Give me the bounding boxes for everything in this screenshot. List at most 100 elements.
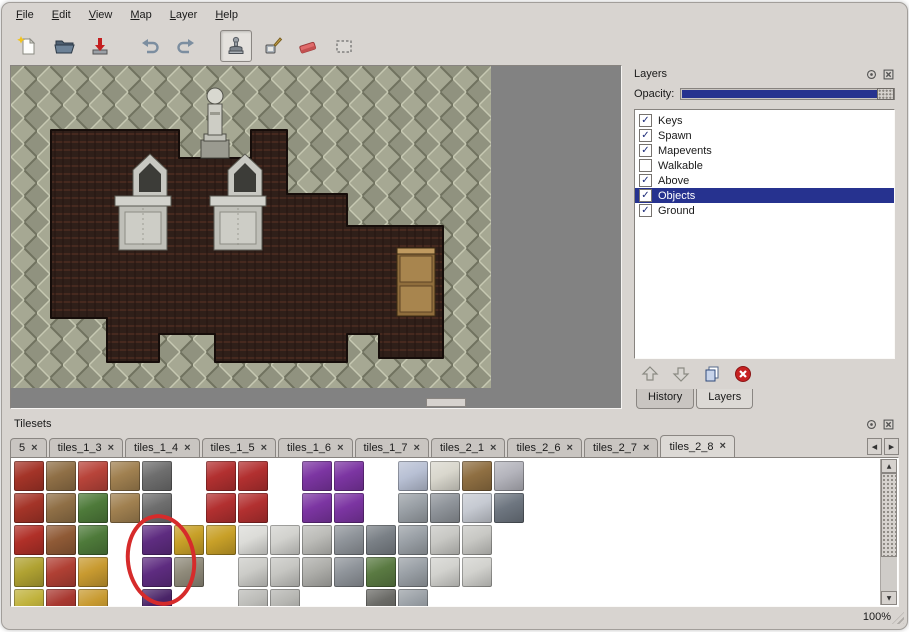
arrow-up-icon: ▲ [887, 463, 892, 470]
menu-edit[interactable]: Edit [44, 6, 79, 24]
layers-panel-titlebar[interactable]: Layers [630, 65, 899, 83]
tileset-grid[interactable] [13, 460, 878, 606]
layer-row-keys[interactable]: ✓ Keys [635, 113, 894, 128]
scroll-tabs-right-button[interactable]: ▶ [884, 438, 899, 455]
delete-layer-icon [733, 364, 753, 384]
layer-row-mapevents[interactable]: ✓ Mapevents [635, 143, 894, 158]
tab-close-icon[interactable]: × [490, 443, 496, 454]
redo-button[interactable] [170, 30, 202, 62]
tileset-tab-tiles-1-4[interactable]: tiles_1_4× [125, 438, 199, 457]
layer-actions [630, 361, 899, 389]
scroll-up-button[interactable]: ▲ [881, 459, 897, 473]
layer-row-objects[interactable]: ✓ Objects [635, 188, 894, 203]
tab-close-icon[interactable]: × [108, 443, 114, 454]
tileset-tab-bar: 5× tiles_1_3× tiles_1_4× tiles_1_5× tile… [10, 433, 899, 457]
tilesets-panel-titlebar[interactable]: Tilesets [10, 415, 899, 433]
tab-close-icon[interactable]: × [261, 443, 267, 454]
layer-row-walkable[interactable]: Walkable [635, 158, 894, 173]
scrollbar-track[interactable] [881, 557, 897, 591]
tab-close-icon[interactable]: × [643, 443, 649, 454]
open-file-button[interactable] [48, 30, 80, 62]
tab-close-icon[interactable]: × [337, 443, 343, 454]
menu-help[interactable]: Help [207, 6, 246, 24]
tilesets-panel: Tilesets 5× tiles_1_3× tiles_1_4× tiles_… [10, 415, 899, 607]
opacity-slider-handle[interactable] [877, 88, 894, 100]
tileset-tab-tiles-1-5[interactable]: tiles_1_5× [202, 438, 276, 457]
layers-float-button[interactable] [865, 68, 878, 81]
new-file-button[interactable] [12, 30, 44, 62]
fill-tool-button[interactable] [256, 30, 288, 62]
menu-map[interactable]: Map [122, 6, 159, 24]
tileset-vertical-scrollbar[interactable]: ▲ ▼ [880, 459, 897, 605]
tilesets-close-button[interactable] [882, 418, 895, 431]
layer-row-above[interactable]: ✓ Above [635, 173, 894, 188]
layer-label: Above [658, 175, 689, 187]
duplicate-layer-button[interactable] [702, 364, 722, 387]
main-area: Layers Opacity: ✓ Keys ✓ [2, 65, 907, 409]
layers-panel: Layers Opacity: ✓ Keys ✓ [630, 65, 899, 409]
raise-layer-button[interactable] [640, 364, 660, 387]
layers-close-button[interactable] [882, 68, 895, 81]
resize-grip-icon[interactable] [892, 612, 904, 624]
layer-label: Keys [658, 115, 682, 127]
select-tool-icon [333, 35, 355, 57]
opacity-slider[interactable] [680, 88, 895, 100]
tab-close-icon[interactable]: × [719, 441, 725, 452]
tileset-tab-5[interactable]: 5× [10, 438, 47, 457]
float-icon [866, 69, 877, 80]
stamp-tool-button[interactable] [220, 30, 252, 62]
open-folder-icon [53, 35, 75, 57]
tileset-tab-tiles-1-7[interactable]: tiles_1_7× [355, 438, 429, 457]
tab-layers[interactable]: Layers [696, 389, 753, 409]
tileset-tab-tiles-2-6[interactable]: tiles_2_6× [507, 438, 581, 457]
tab-close-icon[interactable]: × [31, 443, 37, 454]
check-icon: ✓ [641, 146, 649, 156]
menu-file[interactable]: File [8, 6, 42, 24]
cabinet [397, 248, 435, 316]
float-icon [866, 419, 877, 430]
raise-layer-icon [640, 364, 660, 384]
layer-visible-checkbox[interactable]: ✓ [639, 114, 652, 127]
tab-close-icon[interactable]: × [414, 443, 420, 454]
layer-row-ground[interactable]: ✓ Ground [635, 203, 894, 218]
menu-layer[interactable]: Layer [162, 6, 206, 24]
scroll-tabs-left-button[interactable]: ◀ [867, 438, 882, 455]
eraser-tool-button[interactable] [292, 30, 324, 62]
tab-close-icon[interactable]: × [184, 443, 190, 454]
tileset-tab-tiles-2-8[interactable]: tiles_2_8× [660, 435, 734, 457]
tileset-image[interactable]: ▲ ▼ [10, 457, 899, 607]
undo-button[interactable] [134, 30, 166, 62]
map-canvas[interactable] [11, 66, 491, 388]
save-button[interactable] [84, 30, 116, 62]
lower-layer-button[interactable] [671, 364, 691, 387]
layer-row-spawn[interactable]: ✓ Spawn [635, 128, 894, 143]
save-icon [89, 35, 111, 57]
layer-visible-checkbox[interactable]: ✓ [639, 174, 652, 187]
tileset-tab-tiles-1-6[interactable]: tiles_1_6× [278, 438, 352, 457]
layer-visible-checkbox[interactable]: ✓ [639, 204, 652, 217]
layers-list: ✓ Keys ✓ Spawn ✓ Mapevents Walkable ✓ [634, 109, 895, 359]
delete-layer-button[interactable] [733, 364, 753, 387]
check-icon: ✓ [641, 191, 649, 201]
layer-visible-checkbox[interactable]: ✓ [639, 189, 652, 202]
tileset-tab-tiles-2-1[interactable]: tiles_2_1× [431, 438, 505, 457]
close-icon [883, 69, 894, 80]
map-view[interactable] [10, 65, 622, 409]
layers-panel-title: Layers [634, 68, 667, 80]
tileset-tab-tiles-1-3[interactable]: tiles_1_3× [49, 438, 123, 457]
menu-view[interactable]: View [81, 6, 121, 24]
select-tool-button[interactable] [328, 30, 360, 62]
layer-visible-checkbox[interactable]: ✓ [639, 144, 652, 157]
layer-visible-checkbox[interactable] [639, 159, 652, 172]
tileset-tab-tiles-2-7[interactable]: tiles_2_7× [584, 438, 658, 457]
scroll-down-button[interactable]: ▼ [881, 591, 897, 605]
layer-label: Walkable [658, 160, 703, 172]
map-horizontal-scrollbar[interactable] [426, 398, 466, 407]
tab-history[interactable]: History [636, 389, 694, 409]
layer-visible-checkbox[interactable]: ✓ [639, 129, 652, 142]
tab-close-icon[interactable]: × [567, 443, 573, 454]
check-icon: ✓ [641, 116, 649, 126]
scrollbar-thumb[interactable] [881, 473, 897, 557]
check-icon: ✓ [641, 176, 649, 186]
tilesets-float-button[interactable] [865, 418, 878, 431]
